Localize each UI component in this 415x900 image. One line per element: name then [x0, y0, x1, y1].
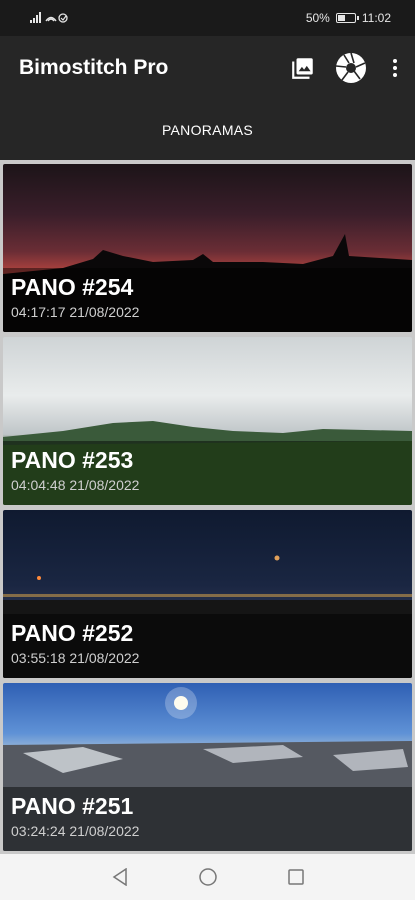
panorama-caption: PANO #252 03:55:18 21/08/2022 — [3, 614, 412, 678]
panorama-date: 03:24:24 21/08/2022 — [11, 823, 140, 839]
panorama-title: PANO #251 — [11, 793, 134, 819]
panorama-date: 04:04:48 21/08/2022 — [11, 477, 140, 493]
panorama-title: PANO #252 — [11, 620, 134, 646]
battery-icon — [335, 13, 359, 23]
home-button[interactable] — [196, 865, 220, 889]
back-icon — [112, 868, 127, 886]
home-icon — [198, 868, 217, 886]
panorama-card[interactable]: PANO #252 03:55:18 21/08/2022 — [3, 510, 412, 678]
panorama-caption: PANO #253 04:04:48 21/08/2022 — [3, 441, 412, 505]
status-icons — [30, 12, 70, 24]
shutter-icon — [335, 52, 366, 83]
app-title: Bimostitch Pro — [19, 56, 169, 79]
tab-panoramas[interactable]: PANORAMAS — [0, 100, 415, 160]
panorama-card[interactable]: PANO #251 03:24:24 21/08/2022 — [3, 683, 412, 851]
recents-button[interactable] — [284, 865, 308, 889]
panorama-title: PANO #254 — [11, 274, 134, 300]
more-vert-icon — [393, 59, 397, 77]
panorama-date: 03:55:18 21/08/2022 — [11, 650, 140, 666]
back-button[interactable] — [108, 865, 132, 889]
app-bar: Bimostitch Pro — [0, 36, 415, 100]
gallery-button[interactable] — [279, 44, 327, 92]
panorama-card[interactable]: PANO #253 04:04:48 21/08/2022 — [3, 337, 412, 505]
status-right: 50% 11:02 — [306, 11, 391, 25]
panorama-card[interactable]: PANO #254 04:17:17 21/08/2022 — [3, 164, 412, 332]
panorama-caption: PANO #251 03:24:24 21/08/2022 — [3, 787, 412, 851]
battery-percent: 50% — [305, 11, 330, 25]
more-options-button[interactable] — [375, 44, 415, 92]
panorama-caption: PANO #254 04:17:17 21/08/2022 — [3, 268, 412, 332]
tab-label: PANORAMAS — [161, 122, 254, 138]
panorama-title: PANO #253 — [11, 447, 134, 473]
system-nav-bar — [0, 854, 415, 900]
gallery-icon — [292, 58, 313, 79]
clock: 11:02 — [361, 11, 391, 25]
app-actions — [279, 44, 415, 92]
camera-shutter-button[interactable] — [327, 44, 375, 92]
panorama-date: 04:17:17 21/08/2022 — [11, 304, 140, 320]
panorama-list[interactable]: PANO #254 04:17:17 21/08/2022 PANO #253 … — [0, 160, 415, 854]
status-bar: 50% 11:02 — [0, 0, 415, 36]
battery-level — [337, 15, 346, 21]
recents-icon — [287, 869, 304, 885]
signal-icon — [30, 12, 68, 23]
